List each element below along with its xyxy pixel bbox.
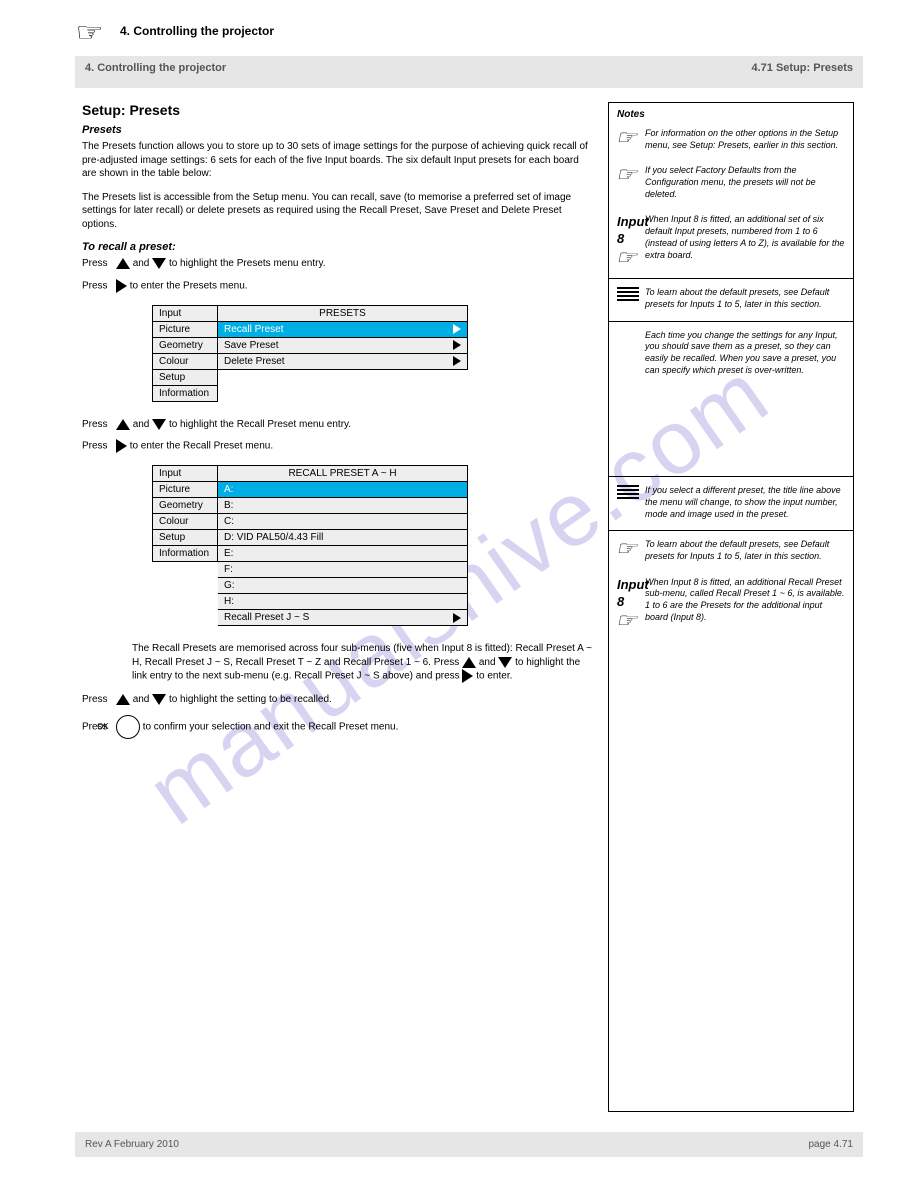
page-section-heading: 4. Controlling the projector <box>120 24 274 38</box>
menu-row[interactable]: B: <box>218 498 468 514</box>
ok-button-icon: OK <box>116 715 140 739</box>
menu-row-save-preset[interactable]: Save Preset <box>218 338 468 354</box>
menu-side-item[interactable]: Geometry <box>152 498 218 514</box>
footer-left: Rev A February 2010 <box>85 1139 809 1150</box>
submenu-arrow-icon <box>453 340 461 350</box>
note-item: ☞ To learn about the default presets, se… <box>609 535 853 572</box>
divider <box>609 530 853 531</box>
menu-side-item[interactable]: Setup <box>152 370 218 386</box>
footer-right: page 4.71 <box>809 1139 854 1150</box>
pointing-hand-icon: ☞ <box>615 539 637 559</box>
pointing-hand-icon: ☞ <box>615 165 637 185</box>
lines-icon <box>617 287 639 301</box>
note-item: Input 8 ☞ When Input 8 is fitted, an add… <box>609 210 853 278</box>
header-left-text: 4. Controlling the projector <box>85 62 226 74</box>
up-arrow-icon <box>116 694 130 705</box>
menu-side-item[interactable]: Setup <box>152 530 218 546</box>
pointing-hand-icon: ☞ <box>615 248 637 268</box>
right-arrow-icon <box>116 279 127 293</box>
submenu-arrow-icon <box>453 324 461 334</box>
notes-sidebar: Notes ☞ For information on the other opt… <box>608 102 854 1112</box>
menu-side-item[interactable]: Picture <box>152 322 218 338</box>
submenu-arrow-icon <box>453 356 461 366</box>
intro-paragraph-1: The Presets function allows you to store… <box>82 140 592 181</box>
step-5: Press and to highlight the setting to be… <box>132 693 592 707</box>
divider <box>609 278 853 279</box>
intro-paragraph-2: The Presets list is accessible from the … <box>82 191 592 232</box>
down-arrow-icon <box>498 657 512 668</box>
note-item: To learn about the default presets, see … <box>609 283 853 320</box>
note-item: Each time you change the settings for an… <box>609 326 853 387</box>
divider <box>609 321 853 322</box>
right-arrow-icon <box>116 439 127 453</box>
note-item: ☞ If you select Factory Defaults from th… <box>609 161 853 210</box>
pointing-hand-icon: ☞ <box>78 20 101 46</box>
note-item: Input 8 ☞ When Input 8 is fitted, an add… <box>609 573 853 641</box>
down-arrow-icon <box>152 419 166 430</box>
menu-row-delete-preset[interactable]: Delete Preset <box>218 354 468 370</box>
step-1: Press and to highlight the Presets menu … <box>132 257 592 271</box>
subsection-presets: Presets <box>82 124 592 136</box>
menu-side-item[interactable]: Information <box>152 386 218 402</box>
menu-row[interactable]: F: <box>218 562 468 578</box>
menu-side-item[interactable]: Information <box>152 546 218 562</box>
footer-strip: Rev A February 2010 page 4.71 <box>75 1132 863 1157</box>
recall-para: The Recall Presets are memorised across … <box>132 642 592 683</box>
header-right-text: 4.71 Setup: Presets <box>752 62 854 74</box>
section-title: Setup: Presets <box>82 102 592 118</box>
menu-header: PRESETS <box>218 305 468 322</box>
down-arrow-icon <box>152 258 166 269</box>
menu-side-item[interactable]: Picture <box>152 482 218 498</box>
notes-heading: Notes <box>609 103 853 124</box>
menu-side-item[interactable]: Colour <box>152 354 218 370</box>
step-2: Press to enter the Presets menu. <box>132 279 592 293</box>
up-arrow-icon <box>116 419 130 430</box>
step-6: Press OK to confirm your selection and e… <box>132 715 592 739</box>
note-item: ☞ For information on the other options i… <box>609 124 853 161</box>
menu-side-item[interactable]: Input <box>152 305 218 322</box>
note-item: If you select a different preset, the ti… <box>609 481 853 530</box>
menu-side-item[interactable]: Input <box>152 465 218 482</box>
menu-row[interactable]: A: <box>218 482 468 498</box>
pointing-hand-icon: ☞ <box>615 611 637 631</box>
divider <box>609 476 853 477</box>
menu-row-link[interactable]: Recall Preset J ~ S <box>218 610 468 626</box>
menu-row[interactable]: C: <box>218 514 468 530</box>
up-arrow-icon <box>462 657 476 668</box>
step-3: Press and to highlight the Recall Preset… <box>132 418 592 432</box>
pointing-hand-icon: ☞ <box>615 128 637 148</box>
menu-side-item[interactable]: Geometry <box>152 338 218 354</box>
menu-row[interactable]: G: <box>218 578 468 594</box>
right-arrow-icon <box>462 669 473 683</box>
menu-row[interactable]: H: <box>218 594 468 610</box>
subsection-recall: To recall a preset: <box>82 241 592 253</box>
down-arrow-icon <box>152 694 166 705</box>
menu-side-item[interactable]: Colour <box>152 514 218 530</box>
input8-label: Input 8 <box>617 577 645 611</box>
submenu-arrow-icon <box>453 613 461 623</box>
step-4: Press to enter the Recall Preset menu. <box>132 439 592 453</box>
menu-row[interactable]: D: VID PAL50/4.43 Fill <box>218 530 468 546</box>
menu-row[interactable]: E: <box>218 546 468 562</box>
up-arrow-icon <box>116 258 130 269</box>
input8-label: Input 8 <box>617 214 645 248</box>
menu-header: RECALL PRESET A ~ H <box>218 465 468 482</box>
presets-menu: Input Picture Geometry Colour Setup Info… <box>152 305 592 402</box>
lines-icon <box>617 485 639 499</box>
menu-row-recall-preset[interactable]: Recall Preset <box>218 322 468 338</box>
recall-preset-menu: Input Picture Geometry Colour Setup Info… <box>152 465 592 626</box>
